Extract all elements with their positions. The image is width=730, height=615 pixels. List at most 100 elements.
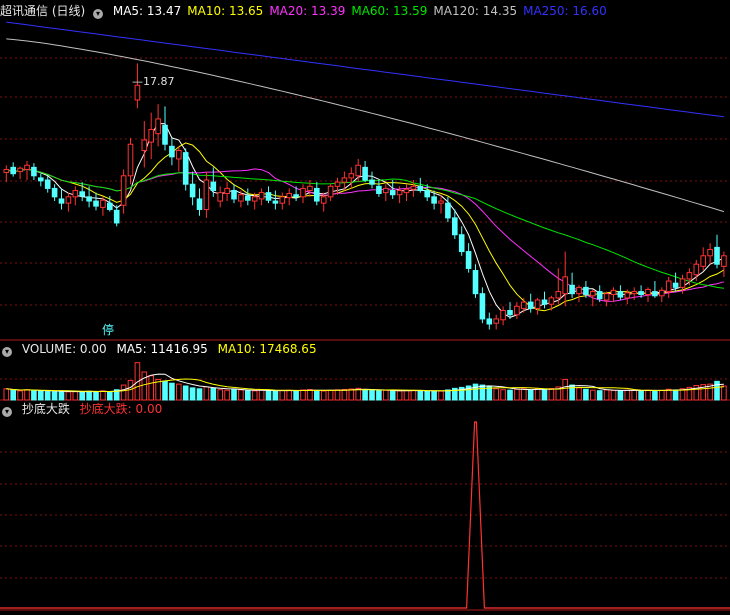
volume-bar — [224, 389, 230, 401]
candle-body — [93, 200, 99, 207]
volume-bar — [51, 391, 58, 401]
volume-bar — [38, 390, 44, 401]
candle-body — [314, 187, 320, 202]
volume-bar — [24, 389, 30, 401]
candle-body — [176, 150, 182, 160]
candle-body — [217, 192, 223, 202]
candle-body — [631, 291, 638, 295]
candle-body — [707, 248, 713, 257]
candle-body — [452, 217, 458, 236]
volume-bar — [210, 387, 217, 401]
volume-bar — [534, 388, 541, 401]
volume-bar — [265, 389, 272, 401]
candle-body — [307, 185, 313, 192]
volume-bar — [107, 391, 113, 401]
candle-body — [721, 255, 727, 267]
volume-panel-header: ▾ VOLUME: 0.00 MA5: 11416.95 MA10: 17468… — [0, 340, 323, 358]
candle-body — [155, 118, 161, 135]
ma60-legend-label: MA60: 13.59 — [351, 4, 428, 18]
volume-bar — [341, 388, 348, 401]
candle-body — [645, 288, 651, 296]
candle-body — [58, 198, 65, 204]
ma120-legend-label: MA120: 14.35 — [433, 4, 518, 18]
candle-body — [548, 297, 555, 305]
volume-ma-lines — [6, 373, 724, 393]
candle-body — [86, 196, 92, 202]
candle-body — [714, 246, 720, 265]
candle-body — [507, 310, 513, 316]
candle-body — [596, 291, 603, 300]
collapse-icon[interactable]: ▾ — [2, 407, 12, 417]
volume-bar — [100, 390, 106, 401]
stock-title: 超讯通信 (日线) — [0, 4, 86, 18]
candle-body — [196, 198, 203, 210]
candle-body — [17, 167, 23, 173]
candle-body — [389, 190, 396, 196]
volume-bar — [258, 389, 265, 401]
candle-body — [376, 185, 382, 194]
candle-body — [79, 191, 86, 197]
volume-bar — [652, 390, 658, 401]
candle-body — [51, 187, 58, 198]
candle-body — [679, 278, 686, 288]
indicator-title: 抄底大跌 — [21, 402, 70, 416]
ma5-legend-label: MA5: 13.47 — [112, 4, 182, 18]
volume-bar — [521, 388, 527, 401]
volume-bar — [65, 391, 72, 401]
volume-bar — [617, 390, 624, 401]
volume-bar — [169, 382, 175, 401]
candle-body — [500, 310, 506, 321]
ma250-legend-label: MA250: 16.60 — [523, 4, 607, 18]
candle-body — [665, 280, 672, 293]
candle-body — [465, 251, 472, 269]
candle-body — [113, 209, 120, 224]
volume-bar — [120, 384, 127, 401]
volume-bar — [493, 388, 499, 401]
volume-bar — [527, 389, 534, 401]
candle-body — [396, 190, 403, 196]
candle-body — [562, 276, 569, 295]
candle-body — [107, 202, 113, 210]
volume-bar — [348, 388, 355, 401]
volume-bar — [548, 388, 555, 401]
volume-bar — [431, 390, 437, 401]
candle-body — [224, 187, 230, 194]
volume-bar — [479, 384, 486, 401]
volume-bar — [665, 388, 672, 401]
volume-bar — [148, 375, 154, 401]
ma-legend: MA5: 13.47 MA10: 13.65 MA20: 13.39 MA60: 13… — [113, 4, 613, 18]
volume-bar — [93, 391, 99, 401]
volume-bar — [362, 389, 368, 401]
volume-bar — [86, 390, 92, 401]
candle-body — [169, 145, 175, 158]
candle-body — [369, 179, 375, 185]
volume-bar — [182, 385, 189, 401]
candle-body — [445, 202, 451, 219]
halt-marker: 停 — [102, 323, 116, 337]
candle-body — [272, 200, 279, 204]
volume-bar — [645, 389, 651, 401]
collapse-icon[interactable]: ▾ — [93, 9, 104, 19]
candle-body — [210, 181, 217, 192]
candle-body — [514, 305, 520, 316]
volume-bar — [500, 389, 506, 401]
candle-body — [403, 188, 410, 194]
volume-bar — [638, 390, 644, 401]
candle-body — [527, 301, 534, 309]
candle-body — [534, 299, 541, 309]
indicator-value-label: 抄底大跌: 0.00 — [79, 402, 163, 416]
candle-body — [638, 291, 644, 296]
volume-bar — [369, 389, 375, 401]
collapse-icon[interactable]: ▾ — [2, 347, 12, 357]
volume-bar — [320, 390, 327, 401]
candle-body — [251, 196, 258, 202]
volume-bar — [217, 389, 223, 401]
high-price-arrow: — — [132, 75, 143, 88]
candle-body — [479, 293, 486, 320]
candle-body — [417, 185, 424, 192]
candle-body — [334, 181, 341, 187]
candle-body — [652, 291, 658, 297]
candle-body — [583, 286, 589, 296]
volume-bar — [659, 389, 665, 401]
ma20-legend-label: MA20: 13.39 — [269, 4, 346, 18]
